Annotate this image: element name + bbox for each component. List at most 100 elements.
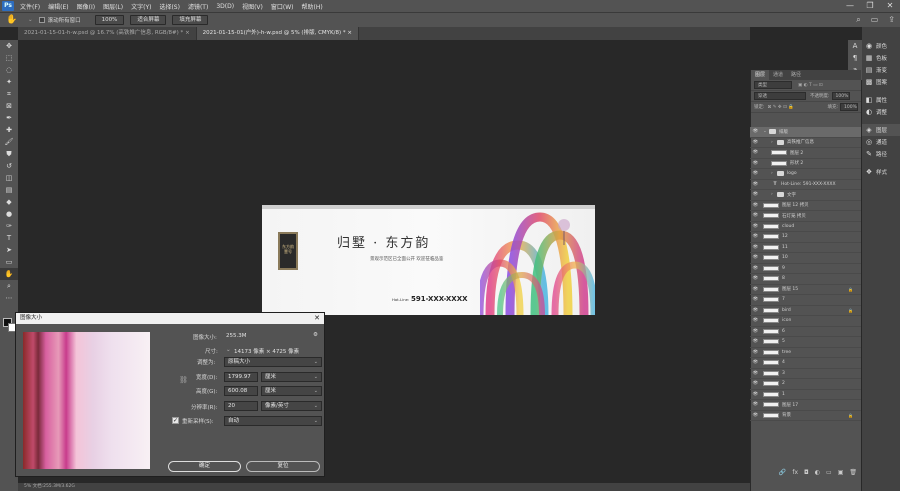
- visibility-eye-icon[interactable]: 👁: [750, 350, 761, 355]
- dock-styles[interactable]: ❖ 样式: [862, 166, 900, 178]
- share-icon[interactable]: ⇪: [888, 15, 895, 24]
- visibility-eye-icon[interactable]: 👁: [750, 308, 761, 313]
- layer-row[interactable]: 👁 bird 🔒: [750, 306, 861, 316]
- layer-row[interactable]: 👁 图层 15 🔒: [750, 285, 861, 295]
- filter-icons[interactable]: ▣ ◐ T ▭ ⊡: [798, 83, 823, 88]
- menu-layer[interactable]: 图层(L): [99, 2, 127, 11]
- layer-row[interactable]: 👁 cloud: [750, 222, 861, 232]
- settings-gear-icon[interactable]: ⚙: [313, 332, 318, 338]
- zoom-100-button[interactable]: 100%: [94, 15, 125, 25]
- tool-preset-chevron-icon[interactable]: ⌄: [28, 17, 33, 23]
- menu-filter[interactable]: 滤镜(T): [184, 2, 212, 11]
- link-layers-icon[interactable]: 🔗: [779, 469, 786, 476]
- eraser-tool-icon[interactable]: ◫: [0, 172, 18, 184]
- visibility-eye-icon[interactable]: 👁: [750, 140, 761, 145]
- layer-row[interactable]: 👁 › logo: [750, 169, 861, 180]
- brush-tool-icon[interactable]: 🖌: [0, 136, 18, 148]
- layer-row[interactable]: 👁 12: [750, 232, 861, 243]
- new-layer-icon[interactable]: ▣: [838, 469, 844, 476]
- dodge-tool-icon[interactable]: ●: [0, 208, 18, 220]
- visibility-eye-icon[interactable]: 👁: [750, 213, 761, 218]
- height-unit-select[interactable]: 厘米 ⌄: [261, 386, 322, 396]
- visibility-eye-icon[interactable]: 👁: [750, 255, 761, 260]
- visibility-eye-icon[interactable]: 👁: [750, 392, 761, 397]
- menu-file[interactable]: 文件(F): [16, 2, 44, 11]
- menu-select[interactable]: 选择(S): [155, 2, 184, 11]
- visibility-eye-icon[interactable]: 👁: [750, 329, 761, 334]
- resample-select[interactable]: 自动 ⌄: [224, 416, 322, 426]
- height-input[interactable]: 600.08: [224, 386, 258, 396]
- tab-document-2[interactable]: 2021-01-15-01(户外)-h-w.psd @ 5% (排版, CMYK…: [196, 27, 359, 40]
- layer-row[interactable]: 👁 形状 2: [750, 159, 861, 169]
- visibility-eye-icon[interactable]: 👁: [750, 234, 761, 239]
- layer-row[interactable]: 👁 图层 17: [750, 400, 861, 411]
- dock-properties[interactable]: ◧ 属性: [862, 94, 900, 106]
- eyedropper-tool-icon[interactable]: ✒: [0, 112, 18, 124]
- image-preview[interactable]: [23, 332, 150, 469]
- more-tools-icon[interactable]: ⋯: [0, 292, 18, 304]
- dock-gradients[interactable]: ▤ 渐变: [862, 64, 900, 76]
- layer-row[interactable]: 👁 石灯笼 拷贝: [750, 211, 861, 222]
- menu-image[interactable]: 图像(I): [73, 2, 99, 11]
- visibility-eye-icon[interactable]: 👁: [750, 192, 761, 197]
- visibility-eye-icon[interactable]: 👁: [750, 287, 761, 292]
- close-window-button[interactable]: ✕: [880, 0, 900, 12]
- marquee-tool-icon[interactable]: ⬚: [0, 52, 18, 64]
- hand-tool-icon[interactable]: ✋: [6, 15, 17, 25]
- gradient-tool-icon[interactable]: ▤: [0, 184, 18, 196]
- zoom-tool-icon[interactable]: ⌕: [0, 280, 18, 292]
- visibility-eye-icon[interactable]: 👁: [750, 161, 761, 166]
- layer-row[interactable]: 👁 8: [750, 274, 861, 285]
- visibility-eye-icon[interactable]: 👁: [750, 402, 761, 407]
- blur-tool-icon[interactable]: ◆: [0, 196, 18, 208]
- reset-button[interactable]: 复位: [246, 461, 320, 472]
- layer-row[interactable]: 👁 › 高铁推广信息: [750, 138, 861, 148]
- visibility-eye-icon[interactable]: 👁: [750, 245, 761, 250]
- maximize-button[interactable]: ❐: [860, 0, 880, 12]
- paragraph-icon[interactable]: ¶: [848, 52, 862, 64]
- new-group-icon[interactable]: ▭: [826, 469, 832, 476]
- layer-row[interactable]: 👁 4: [750, 358, 861, 369]
- visibility-eye-icon[interactable]: 👁: [750, 276, 761, 281]
- resolution-unit-select[interactable]: 像素/英寸 ⌄: [261, 401, 322, 411]
- lasso-tool-icon[interactable]: ◌: [0, 64, 18, 76]
- resolution-input[interactable]: 20: [224, 401, 258, 411]
- move-tool-icon[interactable]: ✥: [0, 40, 18, 52]
- stamp-tool-icon[interactable]: ⛊: [0, 148, 18, 160]
- width-unit-select[interactable]: 厘米 ⌄: [261, 372, 322, 382]
- layer-row[interactable]: 👁 图层 12 拷贝: [750, 201, 861, 211]
- layer-row[interactable]: 👁 10: [750, 253, 861, 264]
- visibility-eye-icon[interactable]: 👁: [750, 371, 761, 376]
- history-brush-tool-icon[interactable]: ↺: [0, 160, 18, 172]
- fit-to-select[interactable]: 原稿大小 ⌄: [224, 357, 322, 367]
- menu-help[interactable]: 帮助(H): [298, 2, 327, 11]
- fit-screen-button[interactable]: 适合屏幕: [130, 15, 167, 25]
- visibility-eye-icon[interactable]: 👁: [750, 339, 761, 344]
- fill-screen-button[interactable]: 填充屏幕: [172, 15, 209, 25]
- menu-edit[interactable]: 编辑(E): [44, 2, 72, 11]
- visibility-eye-icon[interactable]: 👁: [750, 129, 761, 134]
- layer-filter-select[interactable]: 类型: [754, 81, 792, 89]
- layer-row[interactable]: 👁 ⌄ 排版: [750, 127, 861, 138]
- visibility-eye-icon[interactable]: 👁: [750, 150, 761, 155]
- constrain-proportions-link-icon[interactable]: ⛓: [179, 376, 188, 384]
- layer-row[interactable]: 👁 3: [750, 369, 861, 379]
- tab-channels[interactable]: 通道: [769, 70, 787, 80]
- minimize-button[interactable]: —: [840, 0, 860, 12]
- dock-patterns[interactable]: ▩ 图案: [862, 76, 900, 88]
- layer-row[interactable]: 👁 11: [750, 243, 861, 253]
- visibility-eye-icon[interactable]: 👁: [750, 224, 761, 229]
- tab-layers[interactable]: 图层: [751, 70, 770, 80]
- layer-row[interactable]: 👁 tree: [750, 348, 861, 358]
- shape-tool-icon[interactable]: ▭: [0, 256, 18, 268]
- layer-row[interactable]: 👁 1: [750, 390, 861, 400]
- visibility-eye-icon[interactable]: 👁: [750, 182, 761, 187]
- layer-row[interactable]: 👁 5: [750, 337, 861, 348]
- character-icon[interactable]: A: [848, 40, 862, 52]
- visibility-eye-icon[interactable]: 👁: [750, 203, 761, 208]
- visibility-eye-icon[interactable]: 👁: [750, 360, 761, 365]
- frame-tool-icon[interactable]: ⊠: [0, 100, 18, 112]
- delete-layer-icon[interactable]: 🗑: [849, 469, 857, 476]
- visibility-eye-icon[interactable]: 👁: [750, 413, 761, 418]
- visibility-eye-icon[interactable]: 👁: [750, 171, 761, 176]
